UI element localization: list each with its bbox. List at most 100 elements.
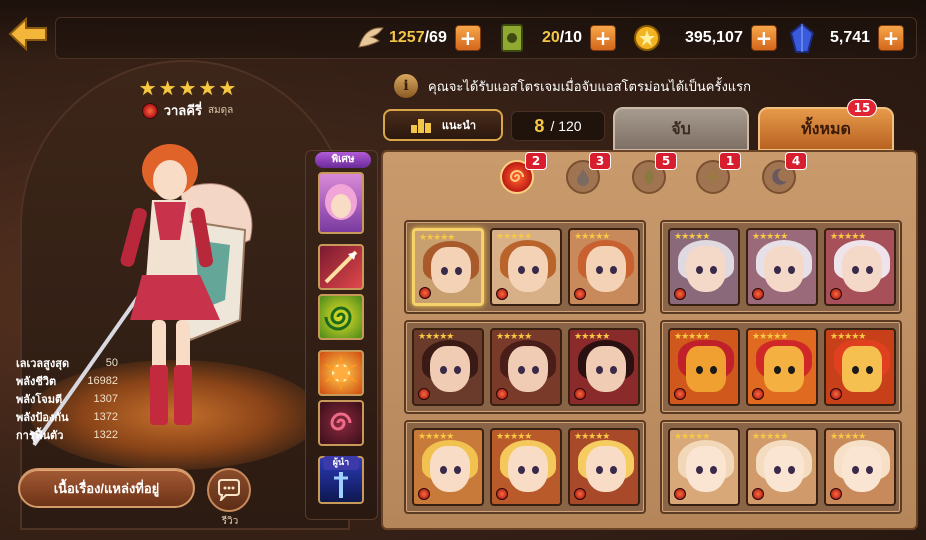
monster-card[interactable]: ★★★★★ [412, 328, 484, 406]
filter-wood-count: 5 [655, 152, 677, 170]
back-button[interactable] [6, 14, 50, 54]
monster-card[interactable]: ★★★★★ [668, 328, 740, 406]
monster-card[interactable]: ★★★★★ [568, 328, 640, 406]
fire-element-icon [419, 287, 431, 299]
crystal-icon [788, 23, 816, 53]
info-icon[interactable]: i [394, 74, 418, 98]
fire-element-icon [141, 102, 158, 119]
special-label: พิเศษ [315, 152, 371, 168]
stamina-value: 1257 [389, 29, 425, 46]
monster-card[interactable]: ★★★★★ [746, 228, 818, 306]
monster-card[interactable]: ★★★★★ [490, 228, 562, 306]
monster-card[interactable]: ★★★★★ [746, 428, 818, 506]
resource-tickets: 20/10 + [498, 22, 617, 54]
monster-card[interactable]: ★★★★★ [568, 228, 640, 306]
filter-fire-count: 2 [525, 152, 547, 170]
fire-element-icon [496, 488, 508, 500]
monster-card[interactable]: ★★★★★ [490, 428, 562, 506]
collection-counter: 8 / 120 [511, 111, 605, 141]
evolution-group: ★★★★★ ★★★★★ ★★★★★ [660, 420, 902, 514]
fire-element-icon [752, 288, 764, 300]
monster-card[interactable]: ★★★★★ [824, 328, 896, 406]
monster-card[interactable]: ★★★★★ [824, 228, 896, 306]
leaf-icon [644, 169, 654, 185]
monster-card[interactable]: ★★★★★ [824, 428, 896, 506]
resource-gems: 5,741 + [788, 22, 905, 54]
evolution-group: ★★★★★ ★★★★★ ★★★★★ [404, 220, 646, 314]
collection-current: 8 [534, 115, 545, 136]
evolution-group: ★★★★★ ★★★★★ ★★★★★ [660, 320, 902, 414]
stat-hp: พลังชีวิต 16982 [16, 375, 118, 388]
fire-element-icon [830, 388, 842, 400]
star-icon: ★ [178, 76, 197, 100]
monster-card[interactable]: ★★★★★ [412, 428, 484, 506]
stamina-max: /69 [424, 29, 447, 46]
recommend-button[interactable]: แนะนำ [383, 109, 503, 141]
monster-card[interactable]: ★★★★★ [568, 428, 640, 506]
water-drop-icon [577, 169, 589, 186]
resource-gold: 395,107 + [633, 22, 777, 54]
burst-icon [324, 354, 358, 392]
back-arrow-icon [8, 17, 47, 51]
gold-coin-icon [633, 24, 661, 52]
spiral-icon [324, 306, 352, 331]
star-icon: ★ [138, 76, 157, 100]
monster-card[interactable]: ★★★★★ [668, 228, 740, 306]
fire-element-icon [674, 488, 686, 500]
hero-stats: เลเวลสูงสุด 50 พลังชีวิต 16982 พลังโจมตี 13… [16, 354, 118, 444]
fire-element-icon [830, 288, 842, 300]
wing-icon [357, 24, 385, 52]
fire-element-icon [752, 488, 764, 500]
monster-card[interactable]: ★★★★★ [490, 328, 562, 406]
skill-spiral[interactable] [318, 294, 364, 340]
add-gems-button[interactable]: + [878, 25, 905, 51]
gold-value: 395,107 [685, 29, 743, 46]
fire-element-icon [418, 388, 430, 400]
add-tickets-button[interactable]: + [590, 25, 617, 51]
monster-card[interactable]: ★★★★★ [412, 228, 484, 306]
evolution-group: ★★★★★ ★★★★★ ★★★★★ [404, 420, 646, 514]
info-banner: i คุณจะได้รับแอสโตรเจมเมื่อจับแอสโตรม่อน… [394, 73, 751, 99]
monster-card[interactable]: ★★★★★ [668, 428, 740, 506]
tickets-value: 20 [542, 29, 560, 46]
skill-burst[interactable] [318, 350, 364, 396]
filter-light-count: 1 [719, 152, 741, 170]
star-icon: ★ [158, 76, 177, 100]
sparkle-icon [704, 168, 722, 186]
add-stamina-button[interactable]: + [454, 25, 481, 51]
fire-element-icon [574, 288, 586, 300]
gems-value: 5,741 [830, 29, 871, 46]
review-button[interactable] [207, 468, 251, 512]
review-label: รีวิว [221, 516, 239, 527]
tab-all-badge: 15 [847, 99, 877, 117]
special-skill-portrait[interactable] [318, 172, 364, 234]
leader-label: ผู้นำ [323, 456, 359, 470]
info-text: คุณจะได้รับแอสโตรเจมเมื่อจับแอสโตรม่อนได… [428, 78, 752, 94]
star-icon: ★ [218, 76, 237, 100]
fire-element-icon [574, 388, 586, 400]
skill-spear-strike[interactable] [318, 244, 364, 290]
recommend-label: แนะนำ [441, 119, 477, 132]
fire-element-icon [674, 388, 686, 400]
stat-max-level: เลเวลสูงสุด 50 [16, 357, 118, 370]
element-filters: 2 3 5 1 4 [500, 152, 820, 198]
fire-element-icon [574, 488, 586, 500]
spear-icon [324, 250, 358, 284]
skill-swirl[interactable] [318, 400, 364, 446]
story-location-button[interactable]: เนื้อเรื่อง/แหล่งที่อยู่ [18, 468, 195, 508]
hero-name: วาลคีรี่ [163, 103, 202, 118]
fire-element-icon [418, 488, 430, 500]
fire-element-icon [496, 288, 508, 300]
fire-element-icon [752, 388, 764, 400]
stat-recovery: การฟื้นตัว 1322 [16, 429, 118, 442]
evolution-group: ★★★★★ ★★★★★ ★★★★★ [404, 320, 646, 414]
add-gold-button[interactable]: + [750, 25, 777, 51]
fire-element-icon [674, 288, 686, 300]
monster-card[interactable]: ★★★★★ [746, 328, 818, 406]
ticket-icon [498, 24, 526, 52]
tab-catch[interactable]: จับ [613, 107, 749, 151]
stat-attack: พลังโจมตี 1307 [16, 393, 118, 406]
evolution-group: ★★★★★ ★★★★★ ★★★★★ [660, 220, 902, 314]
fire-element-icon [496, 388, 508, 400]
filter-water-count: 3 [589, 152, 611, 170]
